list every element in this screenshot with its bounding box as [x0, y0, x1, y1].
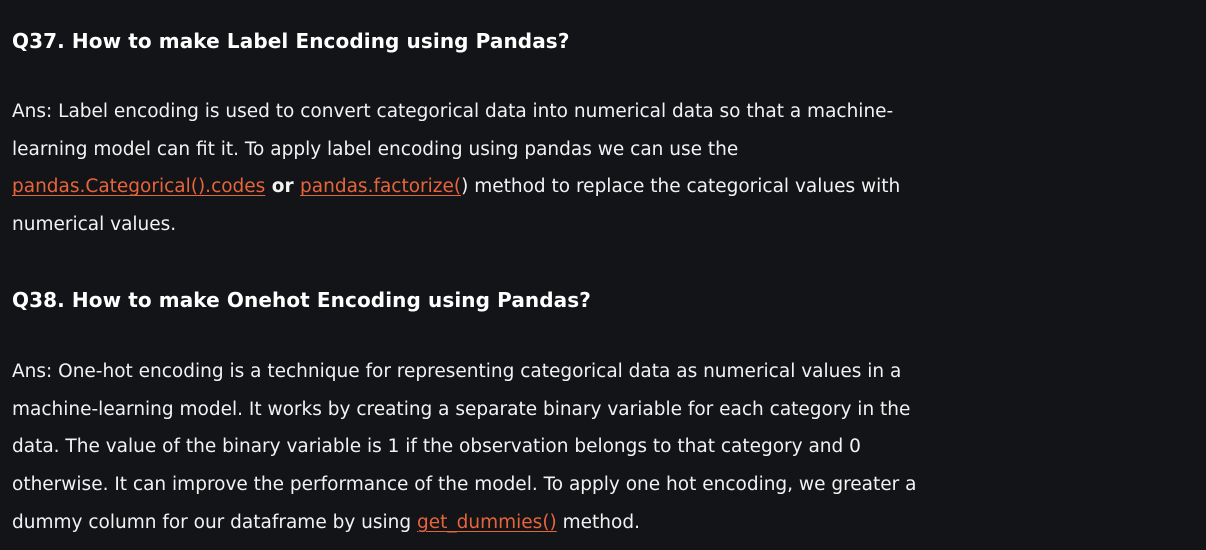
pandas-categorical-codes-link[interactable]: pandas.Categorical().codes — [12, 176, 265, 197]
answer-38-line-1: Ans: One-hot encoding is a technique for… — [12, 361, 902, 382]
pandas-factorize-link[interactable]: pandas.factorize( — [300, 176, 461, 197]
answer-38-line-5-start: dummy column for our dataframe by using — [12, 511, 418, 533]
question-38-title: Q38. How to make Onehot Encoding using P… — [12, 288, 591, 312]
answer-37: Ans: Label encoding is used to convert c… — [12, 93, 1052, 244]
answer-38-line-4: otherwise. It can improve the performanc… — [12, 474, 917, 496]
answer-37-line-1: Ans: Label encoding is used to convert c… — [12, 101, 894, 122]
answer-38: Ans: One-hot encoding is a technique for… — [12, 353, 1052, 542]
answer-38-line-2: machine-learning model. It works by crea… — [12, 398, 911, 420]
or-text: or — [265, 176, 301, 198]
get-dummies-link[interactable]: get_dummies() — [417, 512, 557, 533]
answer-38-line-3: data. The value of the binary variable i… — [12, 436, 861, 458]
answer-37-line-3: pandas.Categorical().codes or pandas.fac… — [12, 168, 1052, 206]
answer-37-line-3-rest: ) method to replace the categorical valu… — [461, 176, 901, 198]
article-content: Q37. How to make Label Encoding using Pa… — [0, 0, 1206, 550]
question-37-title: Q37. How to make Label Encoding using Pa… — [12, 29, 570, 53]
answer-38-line-5-end: method. — [556, 511, 640, 533]
answer-37-line-2: learning model can fit it. To apply labe… — [12, 138, 739, 160]
answer-37-line-4: numerical values. — [12, 214, 177, 236]
answer-38-line-5: dummy column for our dataframe by using … — [12, 504, 1052, 542]
